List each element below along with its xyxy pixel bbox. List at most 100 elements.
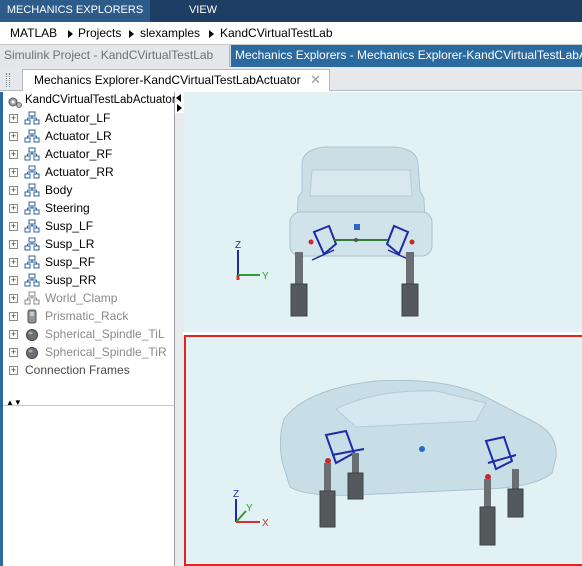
prismatic-joint-icon <box>27 309 37 324</box>
expand-icon[interactable]: + <box>9 114 18 123</box>
expand-icon[interactable]: + <box>9 186 18 195</box>
tree-item[interactable]: + Steering <box>7 200 175 218</box>
breadcrumb-item-project[interactable]: KandCVirtualTestLab <box>220 26 333 40</box>
viewport-gutter <box>175 113 184 566</box>
tree-item[interactable]: + Spherical_Spindle_TiL <box>7 326 175 344</box>
actuator-right-rod <box>406 252 414 286</box>
expand-icon[interactable]: + <box>9 294 18 303</box>
tree-item[interactable]: + Actuator_RF <box>7 146 175 164</box>
tab-simulink-project[interactable]: Simulink Project - KandCVirtualTestLab <box>0 45 230 67</box>
ribbon-bar: MECHANICS EXPLORERS VIEW <box>0 0 582 22</box>
viewport-front[interactable]: Z Y <box>184 92 582 332</box>
breadcrumb-item-slexamples[interactable]: slexamples <box>140 26 200 40</box>
actuator-left-base <box>290 283 308 317</box>
expand-icon[interactable]: + <box>9 240 18 249</box>
tree-item-label: Actuator_LF <box>45 111 111 125</box>
tree-item-label: Actuator_LR <box>45 129 112 143</box>
expand-icon[interactable]: + <box>9 168 18 177</box>
tree-item-label: Actuator_RR <box>45 165 114 179</box>
expand-icon[interactable]: + <box>9 276 18 285</box>
subsystem-icon <box>24 165 40 179</box>
isometric-view-scene[interactable]: Z Y X <box>186 337 582 564</box>
subsystem-icon <box>24 219 40 233</box>
viewport-isometric[interactable]: Z Y X <box>184 335 582 566</box>
tree-item-label: World_Clamp <box>45 291 118 305</box>
expand-icon[interactable]: + <box>9 348 18 357</box>
subsystem-icon <box>24 291 40 305</box>
actuator-fl <box>319 490 336 528</box>
subsystem-icon <box>24 111 40 125</box>
subsystem-icon <box>24 147 40 161</box>
spherical-joint-icon <box>26 347 38 359</box>
windshield <box>309 169 413 197</box>
tree-item-label: Susp_RR <box>45 273 97 287</box>
front-view-scene[interactable]: Z Y <box>184 92 582 332</box>
expand-icon[interactable]: + <box>9 132 18 141</box>
actuator-fr <box>347 472 364 500</box>
tree-item[interactable]: + Susp_LF <box>7 218 175 236</box>
subsystem-icon <box>24 237 40 251</box>
expand-icon[interactable]: + <box>9 222 18 231</box>
expand-icon[interactable]: + <box>9 258 18 267</box>
tab-label: Mechanics Explorer-KandCVirtualTestLabAc… <box>34 73 301 87</box>
breadcrumb-arrow-icon[interactable] <box>68 30 73 38</box>
tree-item[interactable]: + Actuator_LR <box>7 128 175 146</box>
panel-scroll-arrows[interactable] <box>175 93 183 113</box>
tree-item-label: Steering <box>45 201 90 215</box>
breadcrumb-arrow-icon[interactable] <box>209 30 214 38</box>
ribbon-tab-mechanics-explorers[interactable]: MECHANICS EXPLORERS <box>0 0 150 22</box>
tab-mechanics-explorer[interactable]: Mechanics Explorer-KandCVirtualTestLabAc… <box>22 69 330 91</box>
breadcrumb: MATLAB Projects slexamples KandCVirtualT… <box>0 22 582 45</box>
breadcrumb-item-projects[interactable]: Projects <box>78 26 121 40</box>
tree-item-label: Body <box>45 183 73 197</box>
tree-item-label: Actuator_RF <box>45 147 113 161</box>
model-tree: KandCVirtualTestLabActuator + Actuator_LF… <box>3 92 175 566</box>
tree-item-label: Spherical_Spindle_TiR <box>45 345 167 359</box>
tree-root-label: KandCVirtualTestLabActuator <box>25 94 175 106</box>
tree-item[interactable]: + Susp_LR <box>7 236 175 254</box>
tree-item[interactable]: + Actuator_LF <box>7 110 175 128</box>
subsystem-icon <box>24 129 40 143</box>
tree-item-label: Spherical_Spindle_TiL <box>45 327 165 341</box>
model-gear-icon <box>8 97 22 108</box>
tree-item[interactable]: + Susp_RR <box>7 272 175 290</box>
tree-item-label: Susp_RF <box>45 255 96 269</box>
tree-item[interactable]: + Susp_RF <box>7 254 175 272</box>
tree-divider <box>3 405 174 406</box>
tree-item[interactable]: + Body <box>7 182 175 200</box>
tree-item-label: Prismatic_Rack <box>45 309 129 323</box>
body-cg-marker <box>419 446 425 452</box>
subsystem-icon <box>24 183 40 197</box>
tree-item-connection-frames[interactable]: + Connection Frames <box>7 362 175 380</box>
scroll-arrow-icon[interactable] <box>175 93 183 113</box>
body-cg-marker <box>354 224 360 230</box>
actuator-right-base <box>401 283 419 317</box>
svg-text:Y: Y <box>246 503 253 514</box>
expand-icon[interactable]: + <box>9 312 18 321</box>
expand-icon[interactable]: + <box>9 204 18 213</box>
expand-icon[interactable]: + <box>9 330 18 339</box>
breadcrumb-item-matlab[interactable]: MATLAB <box>10 26 57 40</box>
actuator-rl <box>479 506 496 546</box>
tab-mechanics-explorers[interactable]: Mechanics Explorers - Mechanics Explorer… <box>231 45 582 67</box>
expand-icon[interactable]: + <box>9 150 18 159</box>
drag-grip-icon[interactable] <box>6 73 10 87</box>
tree-item-label: Susp_LR <box>45 237 95 251</box>
axis-triad: Z Y X <box>233 489 269 529</box>
svg-text:X: X <box>262 518 269 529</box>
tree-item[interactable]: + Spherical_Spindle_TiR <box>7 344 175 362</box>
tree-item[interactable]: + World_Clamp <box>7 290 175 308</box>
tree-item[interactable]: + Actuator_RR <box>7 164 175 182</box>
svg-text:Z: Z <box>235 240 241 251</box>
ribbon-tab-view[interactable]: VIEW <box>150 0 256 22</box>
tree-item-label: Connection Frames <box>25 363 130 377</box>
close-icon[interactable]: ✕ <box>310 70 321 90</box>
subsystem-icon <box>24 255 40 269</box>
breadcrumb-arrow-icon[interactable] <box>129 30 134 38</box>
bumper <box>289 211 433 257</box>
tree-root[interactable]: KandCVirtualTestLabActuator <box>7 94 175 110</box>
subsystem-icon <box>24 201 40 215</box>
svg-text:Y: Y <box>262 271 269 282</box>
tree-item[interactable]: + Prismatic_Rack <box>7 308 175 326</box>
expand-icon[interactable]: + <box>9 366 18 375</box>
